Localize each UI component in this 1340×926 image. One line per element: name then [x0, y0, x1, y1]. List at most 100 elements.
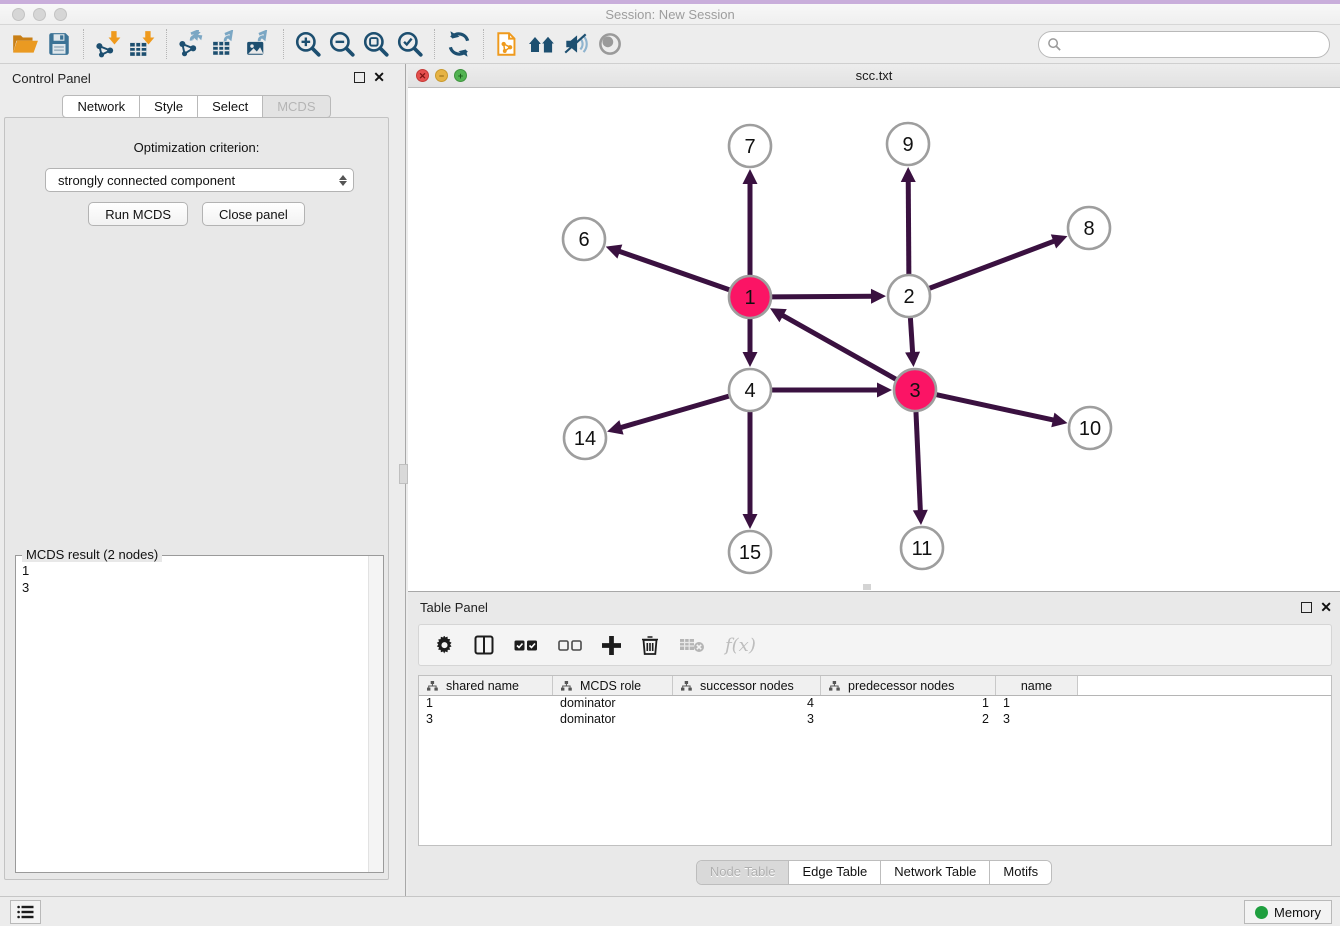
column-header-MCDS-role[interactable]: MCDS role [553, 676, 673, 695]
select-all-icon[interactable] [514, 639, 538, 652]
export-table-icon[interactable] [208, 28, 242, 60]
search-input[interactable] [1062, 35, 1329, 55]
graph-node-8[interactable]: 8 [1068, 207, 1110, 249]
tab-mcds[interactable]: MCDS [263, 95, 330, 118]
edge-arrow-icon [877, 383, 892, 398]
close-table-panel-icon[interactable]: ✕ [1320, 600, 1332, 614]
table-cell[interactable]: dominator [553, 696, 673, 712]
tab-node-table[interactable]: Node Table [697, 861, 789, 884]
zoom-in-icon[interactable] [291, 28, 325, 60]
graph-node-7[interactable]: 7 [729, 125, 771, 167]
result-scrollbar[interactable] [368, 556, 383, 872]
table-cell[interactable]: dominator [553, 712, 673, 728]
canvas-resize-handle[interactable] [863, 584, 871, 590]
svg-text:8: 8 [1083, 218, 1094, 240]
edge-1-6[interactable] [618, 251, 729, 290]
table-row[interactable]: 1dominator411 [419, 696, 1331, 712]
edge-arrow-icon [743, 514, 758, 529]
table-cell[interactable]: 3 [996, 712, 1078, 728]
column-header-shared-name[interactable]: shared name [419, 676, 553, 695]
apply-layout-icon[interactable] [442, 28, 476, 60]
table-cell[interactable]: 1 [419, 696, 553, 712]
tab-edge-table[interactable]: Edge Table [788, 861, 880, 884]
toolbar-separator [483, 29, 484, 59]
svg-text:7: 7 [744, 136, 755, 158]
table-cell[interactable]: 4 [673, 696, 821, 712]
panel-splitter-handle[interactable] [399, 464, 408, 484]
tab-network[interactable]: Network [62, 95, 140, 118]
column-header-predecessor-nodes[interactable]: predecessor nodes [821, 676, 996, 695]
tab-style[interactable]: Style [140, 95, 198, 118]
mcds-result-box: MCDS result (2 nodes) 1 3 [15, 555, 384, 873]
graph-node-4[interactable]: 4 [729, 369, 771, 411]
export-network-icon[interactable] [174, 28, 208, 60]
graph-node-2[interactable]: 2 [888, 275, 930, 317]
delete-icon[interactable] [641, 635, 659, 655]
edge-3-10[interactable] [936, 395, 1054, 421]
table-body: 1dominator4113dominator323 [419, 696, 1331, 728]
network-canvas[interactable]: 7 9 6 8 1 2 4 3 14 10 15 11 [408, 88, 1340, 591]
hide-selected-icon[interactable] [559, 28, 593, 60]
graph-node-1[interactable]: 1 [729, 276, 771, 318]
column-header-successor-nodes[interactable]: successor nodes [673, 676, 821, 695]
close-panel-button[interactable]: Close panel [202, 202, 305, 226]
criterion-dropdown[interactable]: strongly connected component [45, 168, 354, 192]
zoom-fit-icon[interactable] [359, 28, 393, 60]
mcds-result-list[interactable]: 1 3 [16, 558, 368, 872]
edge-3-11[interactable] [916, 412, 920, 512]
column-view-icon[interactable] [474, 635, 494, 655]
svg-text:2: 2 [903, 286, 914, 308]
float-panel-icon[interactable] [354, 72, 365, 83]
column-header-name[interactable]: name [996, 676, 1078, 695]
edge-2-3[interactable] [910, 318, 912, 354]
graph-node-9[interactable]: 9 [887, 123, 929, 165]
table-cell[interactable]: 3 [673, 712, 821, 728]
table-row[interactable]: 3dominator323 [419, 712, 1331, 728]
table-cell[interactable]: 1 [996, 696, 1078, 712]
network-window-titlebar[interactable]: ✕ − + scc.txt [408, 64, 1340, 88]
add-column-icon[interactable] [602, 636, 621, 655]
network-from-file-icon[interactable] [491, 28, 525, 60]
graph-node-10[interactable]: 10 [1069, 407, 1111, 449]
zoom-out-icon[interactable] [325, 28, 359, 60]
float-table-panel-icon[interactable] [1301, 602, 1312, 613]
zoom-selected-icon[interactable] [393, 28, 427, 60]
table-cell[interactable]: 3 [419, 712, 553, 728]
edge-2-8[interactable] [930, 241, 1056, 289]
table-tabs: Node TableEdge TableNetwork TableMotifs [696, 860, 1052, 885]
run-mcds-button[interactable]: Run MCDS [88, 202, 188, 226]
edge-4-14[interactable] [620, 396, 729, 428]
close-panel-icon[interactable]: ✕ [373, 70, 385, 84]
edge-2-9[interactable] [908, 180, 909, 274]
import-table-icon[interactable] [125, 28, 159, 60]
table-cell[interactable]: 2 [821, 712, 996, 728]
tab-network-table[interactable]: Network Table [880, 861, 989, 884]
graph-node-11[interactable]: 11 [901, 527, 943, 569]
gear-icon[interactable] [435, 636, 454, 655]
first-neighbors-icon[interactable] [525, 28, 559, 60]
memory-button[interactable]: Memory [1244, 900, 1332, 924]
edge-1-2[interactable] [772, 296, 873, 297]
table-cell[interactable]: 1 [821, 696, 996, 712]
graph-node-14[interactable]: 14 [564, 417, 606, 459]
network-view-window: ✕ − + scc.txt 7 9 6 8 1 2 4 3 14 10 15 11 [408, 64, 1340, 592]
edge-arrow-icon [1051, 413, 1067, 428]
tab-motifs[interactable]: Motifs [989, 861, 1051, 884]
network-graph[interactable]: 7 9 6 8 1 2 4 3 14 10 15 11 [408, 88, 1338, 591]
tab-select[interactable]: Select [198, 95, 263, 118]
open-session-icon[interactable] [8, 28, 42, 60]
export-image-icon[interactable] [242, 28, 276, 60]
graph-node-6[interactable]: 6 [563, 218, 605, 260]
show-all-icon[interactable] [593, 28, 627, 60]
graph-node-3[interactable]: 3 [894, 369, 936, 411]
function-builder-icon: f(x) [725, 635, 756, 656]
search-field[interactable] [1038, 31, 1330, 58]
graph-node-15[interactable]: 15 [729, 531, 771, 573]
svg-text:11: 11 [912, 538, 933, 560]
deselect-all-icon[interactable] [558, 639, 582, 652]
task-history-button[interactable] [10, 900, 41, 924]
task-list-icon [17, 905, 34, 919]
save-session-icon[interactable] [42, 28, 76, 60]
import-network-icon[interactable] [91, 28, 125, 60]
edge-3-1[interactable] [781, 315, 895, 380]
